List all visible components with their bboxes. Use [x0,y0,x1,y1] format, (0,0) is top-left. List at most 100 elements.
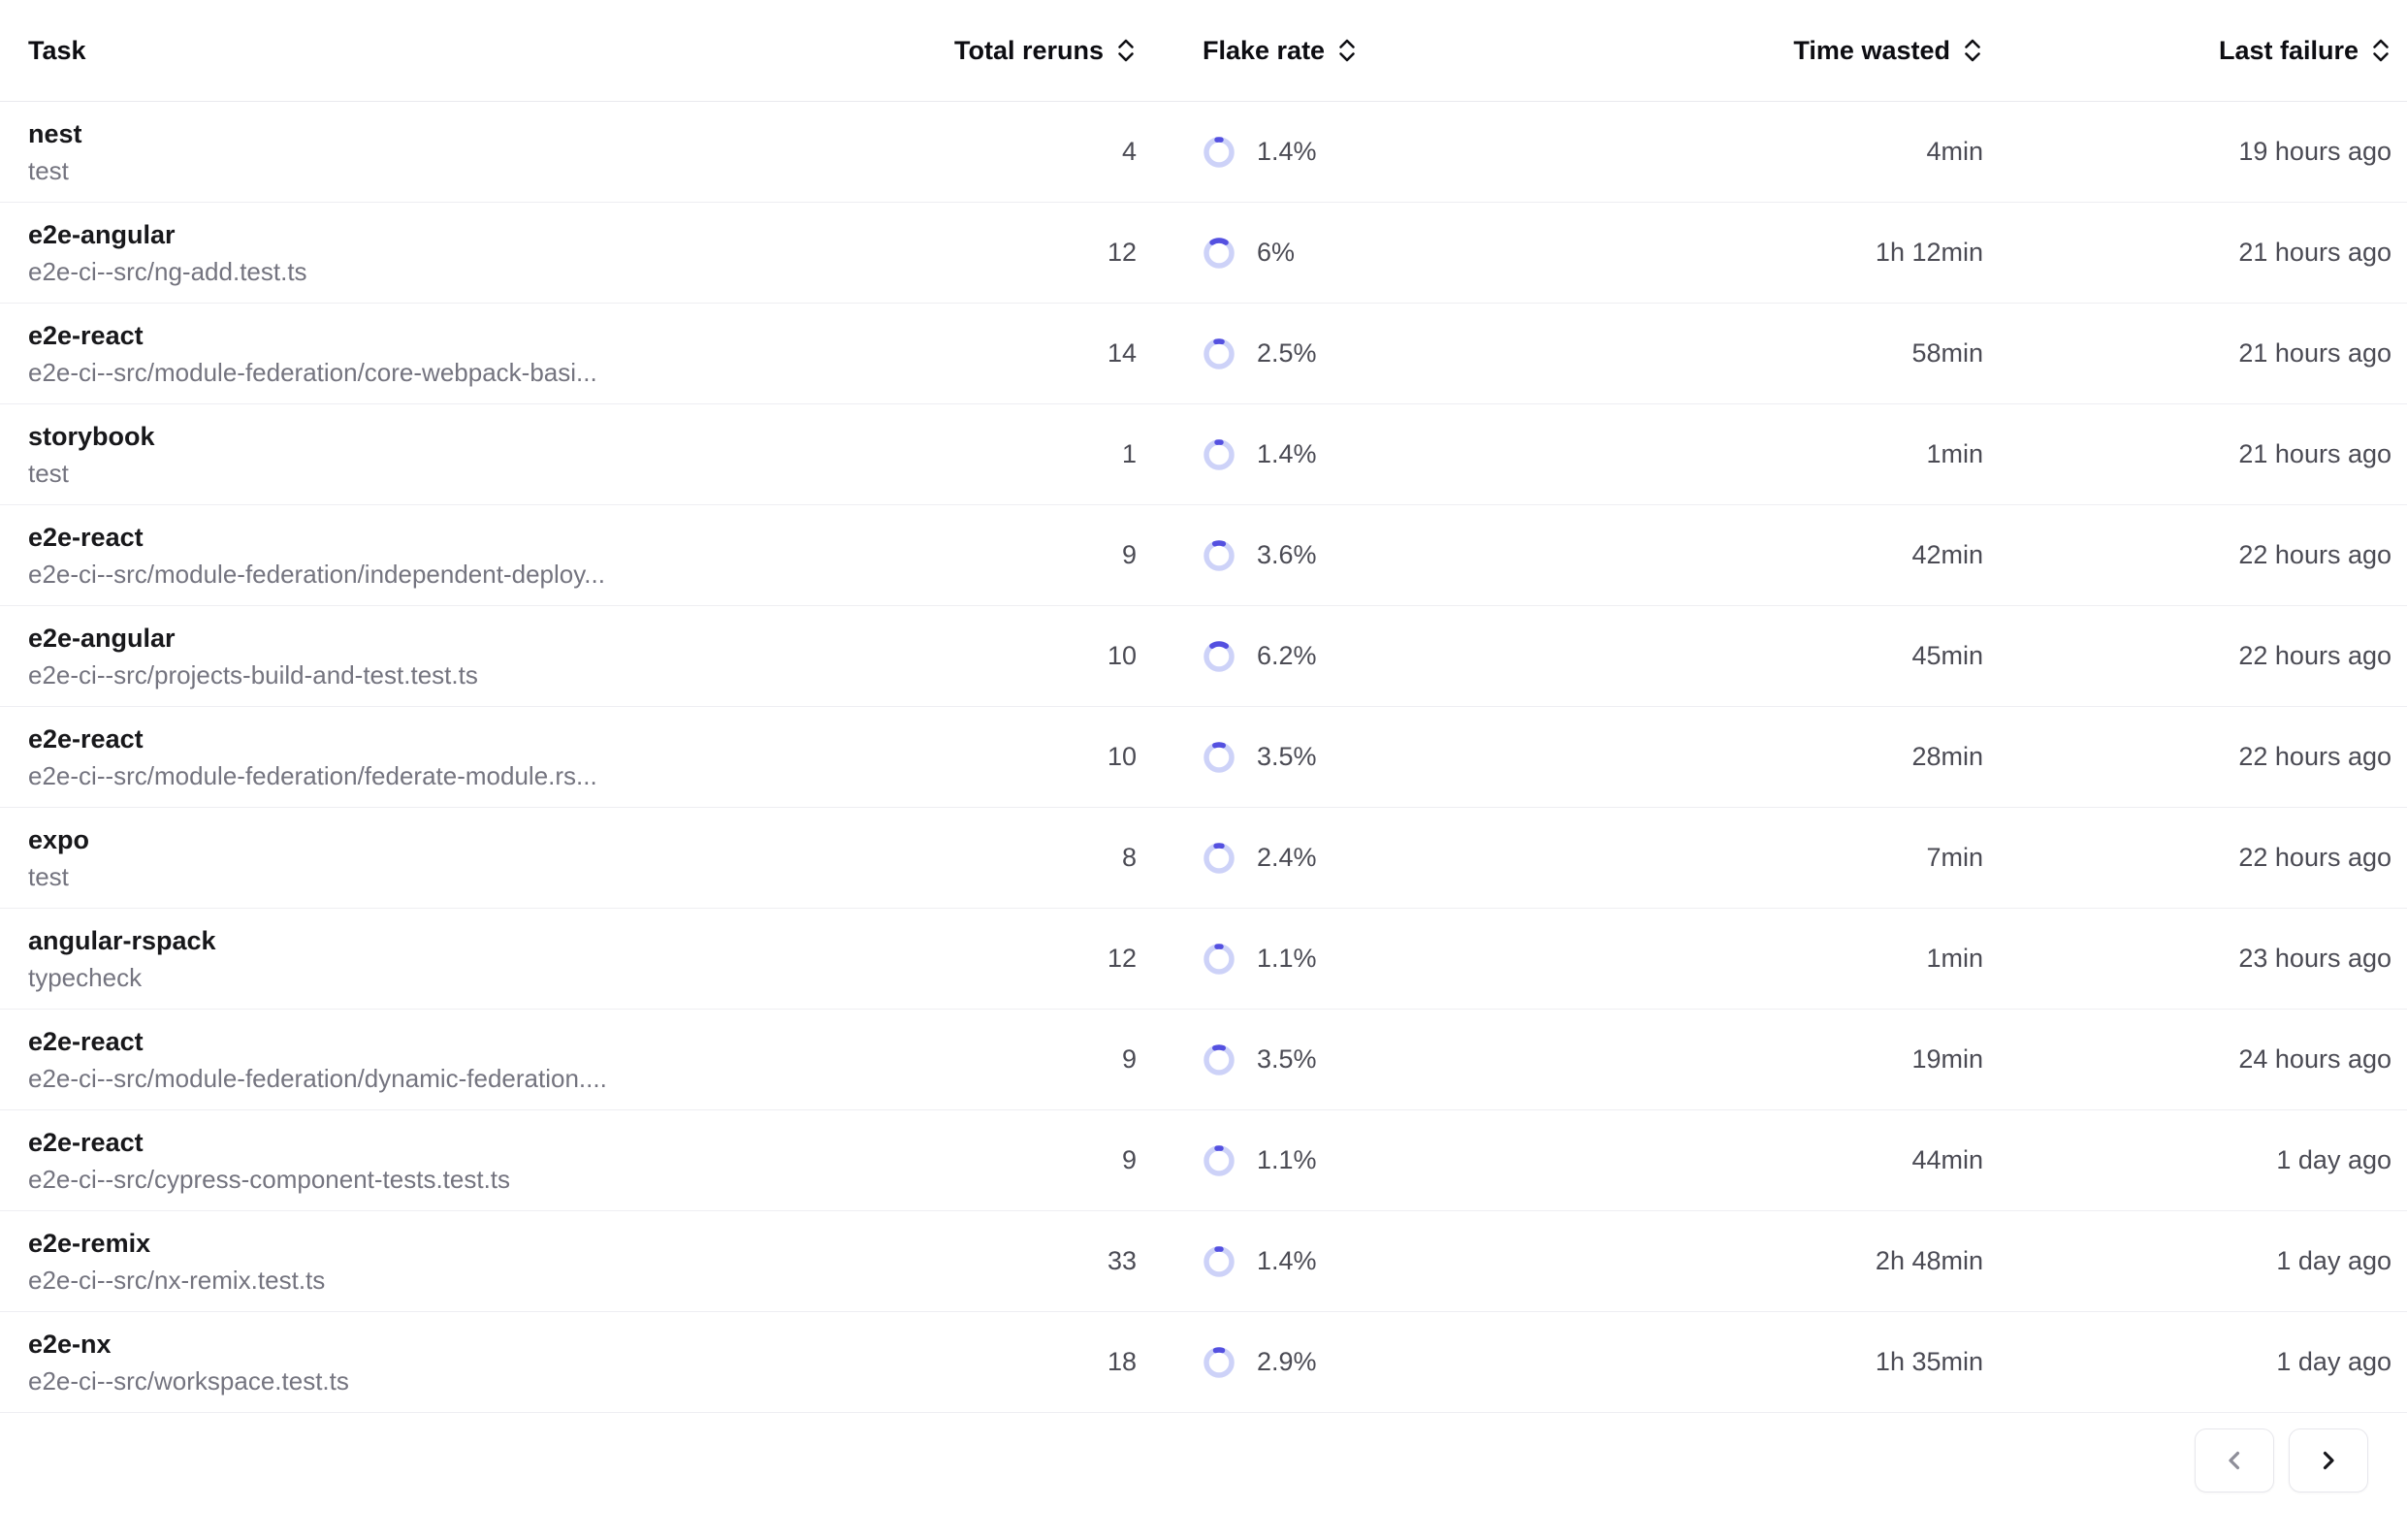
table-row[interactable]: e2e-nx e2e-ci--src/workspace.test.ts 18 … [0,1312,2407,1413]
time-wasted-value: 58min [1610,338,1983,369]
column-header-last-failure[interactable]: Last failure [1983,36,2391,66]
last-failure-value: 22 hours ago [1983,641,2391,671]
sort-icon[interactable] [1115,37,1137,64]
last-failure-value: 19 hours ago [1983,137,2391,167]
flake-rate-donut-icon [1203,337,1236,370]
table-row[interactable]: e2e-angular e2e-ci--src/ng-add.test.ts 1… [0,203,2407,304]
last-failure-value: 21 hours ago [1983,338,2391,369]
time-wasted-value: 28min [1610,742,1983,772]
flake-rate-value: 2.4% [1257,843,1317,873]
previous-page-button[interactable] [2195,1428,2274,1492]
sort-icon[interactable] [1962,37,1983,64]
table-row[interactable]: expo test 8 2.4% 7min 22 hours ago [0,808,2407,909]
table-row[interactable]: e2e-react e2e-ci--src/module-federation/… [0,707,2407,808]
last-failure-value: 1 day ago [1983,1246,2391,1276]
time-wasted-value: 4min [1610,137,1983,167]
flake-rate-value: 6% [1257,238,1295,268]
last-failure-value: 22 hours ago [1983,742,2391,772]
table-row[interactable]: e2e-react e2e-ci--src/module-federation/… [0,304,2407,404]
flake-rate-cell: 2.4% [1137,842,1610,875]
task-cell: expo test [28,824,1020,892]
flake-rate-cell: 2.9% [1137,1346,1610,1379]
task-target: e2e-ci--src/module-federation/core-webpa… [28,357,1020,388]
table-row[interactable]: e2e-angular e2e-ci--src/projects-build-a… [0,606,2407,707]
task-name: expo [28,824,1020,856]
table-row[interactable]: nest test 4 1.4% 4min 19 hours ago [0,102,2407,203]
table-row[interactable]: e2e-react e2e-ci--src/module-federation/… [0,1010,2407,1110]
sort-icon[interactable] [2370,37,2391,64]
column-header-time-wasted-label: Time wasted [1793,36,1950,66]
chevron-right-icon [2316,1448,2341,1473]
last-failure-value: 1 day ago [1983,1145,2391,1175]
chevron-left-icon [2222,1448,2247,1473]
flake-rate-cell: 6% [1137,237,1610,270]
last-failure-value: 1 day ago [1983,1347,2391,1377]
column-header-task-label: Task [28,36,86,66]
total-reruns-value: 33 [1020,1246,1137,1276]
flake-rate-cell: 1.1% [1137,1144,1610,1177]
table-row[interactable]: angular-rspack typecheck 12 1.1% 1min 23… [0,909,2407,1010]
task-target: test [28,861,1020,892]
task-target: test [28,458,1020,489]
task-cell: e2e-angular e2e-ci--src/ng-add.test.ts [28,219,1020,287]
task-name: nest [28,118,1020,150]
table-body: nest test 4 1.4% 4min 19 hours ago e2e-a… [0,102,2407,1413]
column-header-time-wasted[interactable]: Time wasted [1610,36,1983,66]
last-failure-value: 24 hours ago [1983,1044,2391,1075]
last-failure-value: 22 hours ago [1983,540,2391,570]
task-name: e2e-nx [28,1329,1020,1361]
table-row[interactable]: e2e-react e2e-ci--src/module-federation/… [0,505,2407,606]
flake-rate-value: 3.6% [1257,540,1317,570]
flake-rate-donut-icon [1203,640,1236,673]
flake-rate-cell: 1.4% [1137,438,1610,471]
total-reruns-value: 9 [1020,1145,1137,1175]
task-name: angular-rspack [28,925,1020,957]
flake-rate-cell: 3.5% [1137,741,1610,774]
column-header-flake-rate[interactable]: Flake rate [1137,36,1610,66]
task-target: e2e-ci--src/module-federation/independen… [28,559,1020,590]
total-reruns-value: 4 [1020,137,1137,167]
task-name: e2e-angular [28,219,1020,251]
table-row[interactable]: e2e-react e2e-ci--src/cypress-component-… [0,1110,2407,1211]
task-target: e2e-ci--src/module-federation/dynamic-fe… [28,1063,1020,1094]
flake-rate-value: 2.9% [1257,1347,1317,1377]
task-cell: e2e-react e2e-ci--src/module-federation/… [28,320,1020,388]
flake-rate-donut-icon [1203,539,1236,572]
task-cell: storybook test [28,421,1020,489]
task-cell: e2e-react e2e-ci--src/module-federation/… [28,723,1020,791]
sort-icon[interactable] [1336,37,1358,64]
table-row[interactable]: e2e-remix e2e-ci--src/nx-remix.test.ts 3… [0,1211,2407,1312]
task-name: e2e-angular [28,623,1020,655]
time-wasted-value: 1h 35min [1610,1347,1983,1377]
task-cell: e2e-react e2e-ci--src/module-federation/… [28,522,1020,590]
flake-rate-donut-icon [1203,1346,1236,1379]
flake-rate-donut-icon [1203,842,1236,875]
flake-rate-donut-icon [1203,1144,1236,1177]
table-row[interactable]: storybook test 1 1.4% 1min 21 hours ago [0,404,2407,505]
flake-rate-cell: 3.5% [1137,1043,1610,1076]
task-name: storybook [28,421,1020,453]
pagination [0,1428,2407,1492]
flake-rate-value: 1.4% [1257,439,1317,469]
task-target: e2e-ci--src/nx-remix.test.ts [28,1265,1020,1296]
total-reruns-value: 8 [1020,843,1137,873]
flake-rate-donut-icon [1203,136,1236,169]
task-cell: e2e-react e2e-ci--src/module-federation/… [28,1026,1020,1094]
column-header-total-reruns[interactable]: Total reruns [1020,36,1137,66]
task-cell: e2e-nx e2e-ci--src/workspace.test.ts [28,1329,1020,1396]
next-page-button[interactable] [2289,1428,2368,1492]
flake-rate-donut-icon [1203,237,1236,270]
total-reruns-value: 12 [1020,238,1137,268]
flake-rate-value: 3.5% [1257,1044,1317,1075]
flake-rate-value: 2.5% [1257,338,1317,369]
task-name: e2e-react [28,320,1020,352]
task-target: e2e-ci--src/cypress-component-tests.test… [28,1164,1020,1195]
flake-rate-cell: 6.2% [1137,640,1610,673]
flake-rate-donut-icon [1203,943,1236,976]
time-wasted-value: 42min [1610,540,1983,570]
task-cell: e2e-remix e2e-ci--src/nx-remix.test.ts [28,1228,1020,1296]
total-reruns-value: 14 [1020,338,1137,369]
task-name: e2e-react [28,1026,1020,1058]
flake-rate-value: 1.4% [1257,1246,1317,1276]
table-header-row: Task Total reruns Flake rate Time wasted… [0,0,2407,102]
